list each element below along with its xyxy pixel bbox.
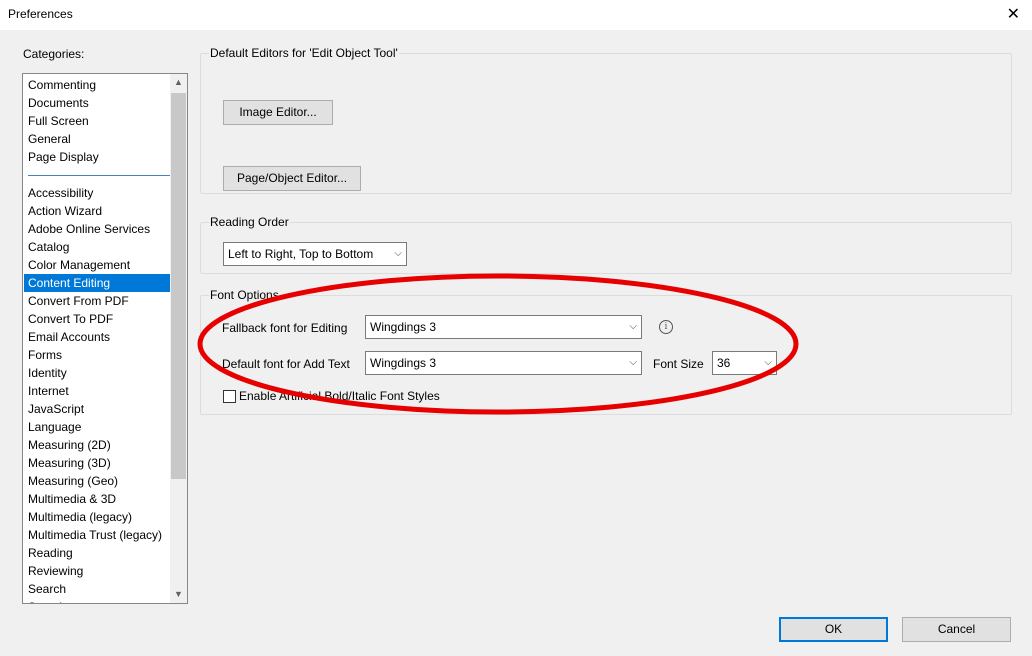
- list-item-full-screen[interactable]: Full Screen: [24, 112, 170, 130]
- list-item-convert-from-pdf[interactable]: Convert From PDF: [24, 292, 170, 310]
- list-item-action-wizard[interactable]: Action Wizard: [24, 202, 170, 220]
- list-item-reading[interactable]: Reading: [24, 544, 170, 562]
- artificial-styles-label: Enable Artificial Bold/Italic Font Style…: [239, 389, 440, 403]
- list-item-javascript[interactable]: JavaScript: [24, 400, 170, 418]
- default-font-value: Wingdings 3: [370, 356, 437, 370]
- list-item-catalog[interactable]: Catalog: [24, 238, 170, 256]
- list-item-multimedia-trust-legacy[interactable]: Multimedia Trust (legacy): [24, 526, 170, 544]
- close-icon[interactable]: ✕: [1007, 4, 1020, 24]
- scroll-thumb[interactable]: [171, 93, 186, 479]
- artificial-styles-checkbox[interactable]: [223, 390, 236, 403]
- list-item-documents[interactable]: Documents: [24, 94, 170, 112]
- list-item-page-display[interactable]: Page Display: [24, 148, 170, 166]
- list-divider: [24, 166, 170, 184]
- window-title: Preferences: [8, 7, 73, 21]
- chevron-down-icon: ⌵: [764, 357, 772, 368]
- scroll-down-icon[interactable]: ▼: [170, 586, 187, 603]
- list-item-language[interactable]: Language: [24, 418, 170, 436]
- chevron-down-icon: ⌵: [629, 357, 637, 368]
- reading-order-title: Reading Order: [209, 215, 290, 229]
- list-item-reviewing[interactable]: Reviewing: [24, 562, 170, 580]
- list-item-forms[interactable]: Forms: [24, 346, 170, 364]
- font-size-value: 36: [717, 356, 731, 370]
- font-options-group: Font Options Fallback font for Editing W…: [200, 288, 1012, 415]
- list-item-identity[interactable]: Identity: [24, 364, 170, 382]
- fallback-font-value: Wingdings 3: [370, 320, 437, 334]
- page-object-editor-button[interactable]: Page/Object Editor...: [223, 166, 361, 191]
- list-item-adobe-online-services[interactable]: Adobe Online Services: [24, 220, 170, 238]
- default-font-label: Default font for Add Text: [222, 357, 350, 371]
- title-bar: Preferences ✕: [0, 0, 1032, 30]
- font-size-select[interactable]: 36 ⌵: [712, 351, 777, 375]
- default-editors-title: Default Editors for 'Edit Object Tool': [209, 46, 399, 60]
- list-item-multimedia-3d[interactable]: Multimedia & 3D: [24, 490, 170, 508]
- list-item-general[interactable]: General: [24, 130, 170, 148]
- categories-list[interactable]: Commenting Documents Full Screen General Pag…: [22, 73, 188, 604]
- reading-order-value: Left to Right, Top to Bottom: [228, 247, 374, 261]
- list-item-convert-to-pdf[interactable]: Convert To PDF: [24, 310, 170, 328]
- categories-label: Categories:: [23, 47, 85, 61]
- default-editors-group: Default Editors for 'Edit Object Tool' I…: [200, 46, 1012, 194]
- list-item-measuring-geo[interactable]: Measuring (Geo): [24, 472, 170, 490]
- image-editor-button[interactable]: Image Editor...: [223, 100, 333, 125]
- list-item-color-management[interactable]: Color Management: [24, 256, 170, 274]
- reading-order-select[interactable]: Left to Right, Top to Bottom ⌵: [223, 242, 407, 266]
- list-item-content-editing[interactable]: Content Editing: [24, 274, 170, 292]
- fallback-font-select[interactable]: Wingdings 3 ⌵: [365, 315, 642, 339]
- font-size-label: Font Size: [653, 357, 704, 371]
- list-item-multimedia-legacy[interactable]: Multimedia (legacy): [24, 508, 170, 526]
- list-item-internet[interactable]: Internet: [24, 382, 170, 400]
- list-item-commenting[interactable]: Commenting: [24, 76, 170, 94]
- chevron-down-icon: ⌵: [629, 321, 637, 332]
- list-item-accessibility[interactable]: Accessibility: [24, 184, 170, 202]
- scroll-up-icon[interactable]: ▲: [170, 74, 187, 91]
- font-options-title: Font Options: [209, 288, 280, 302]
- list-item-email-accounts[interactable]: Email Accounts: [24, 328, 170, 346]
- categories-scrollbar[interactable]: ▲ ▼: [170, 74, 187, 603]
- list-item-measuring-2d[interactable]: Measuring (2D): [24, 436, 170, 454]
- fallback-font-label: Fallback font for Editing: [222, 321, 348, 335]
- categories-items: Commenting Documents Full Screen General Pag…: [24, 76, 170, 603]
- ok-button[interactable]: OK: [779, 617, 888, 642]
- list-item-security[interactable]: Security: [24, 598, 170, 603]
- cancel-button[interactable]: Cancel: [902, 617, 1011, 642]
- reading-order-group: Reading Order Left to Right, Top to Bott…: [200, 215, 1012, 274]
- info-icon[interactable]: i: [659, 320, 673, 334]
- chevron-down-icon: ⌵: [394, 248, 402, 259]
- default-font-select[interactable]: Wingdings 3 ⌵: [365, 351, 642, 375]
- list-item-search[interactable]: Search: [24, 580, 170, 598]
- list-item-measuring-3d[interactable]: Measuring (3D): [24, 454, 170, 472]
